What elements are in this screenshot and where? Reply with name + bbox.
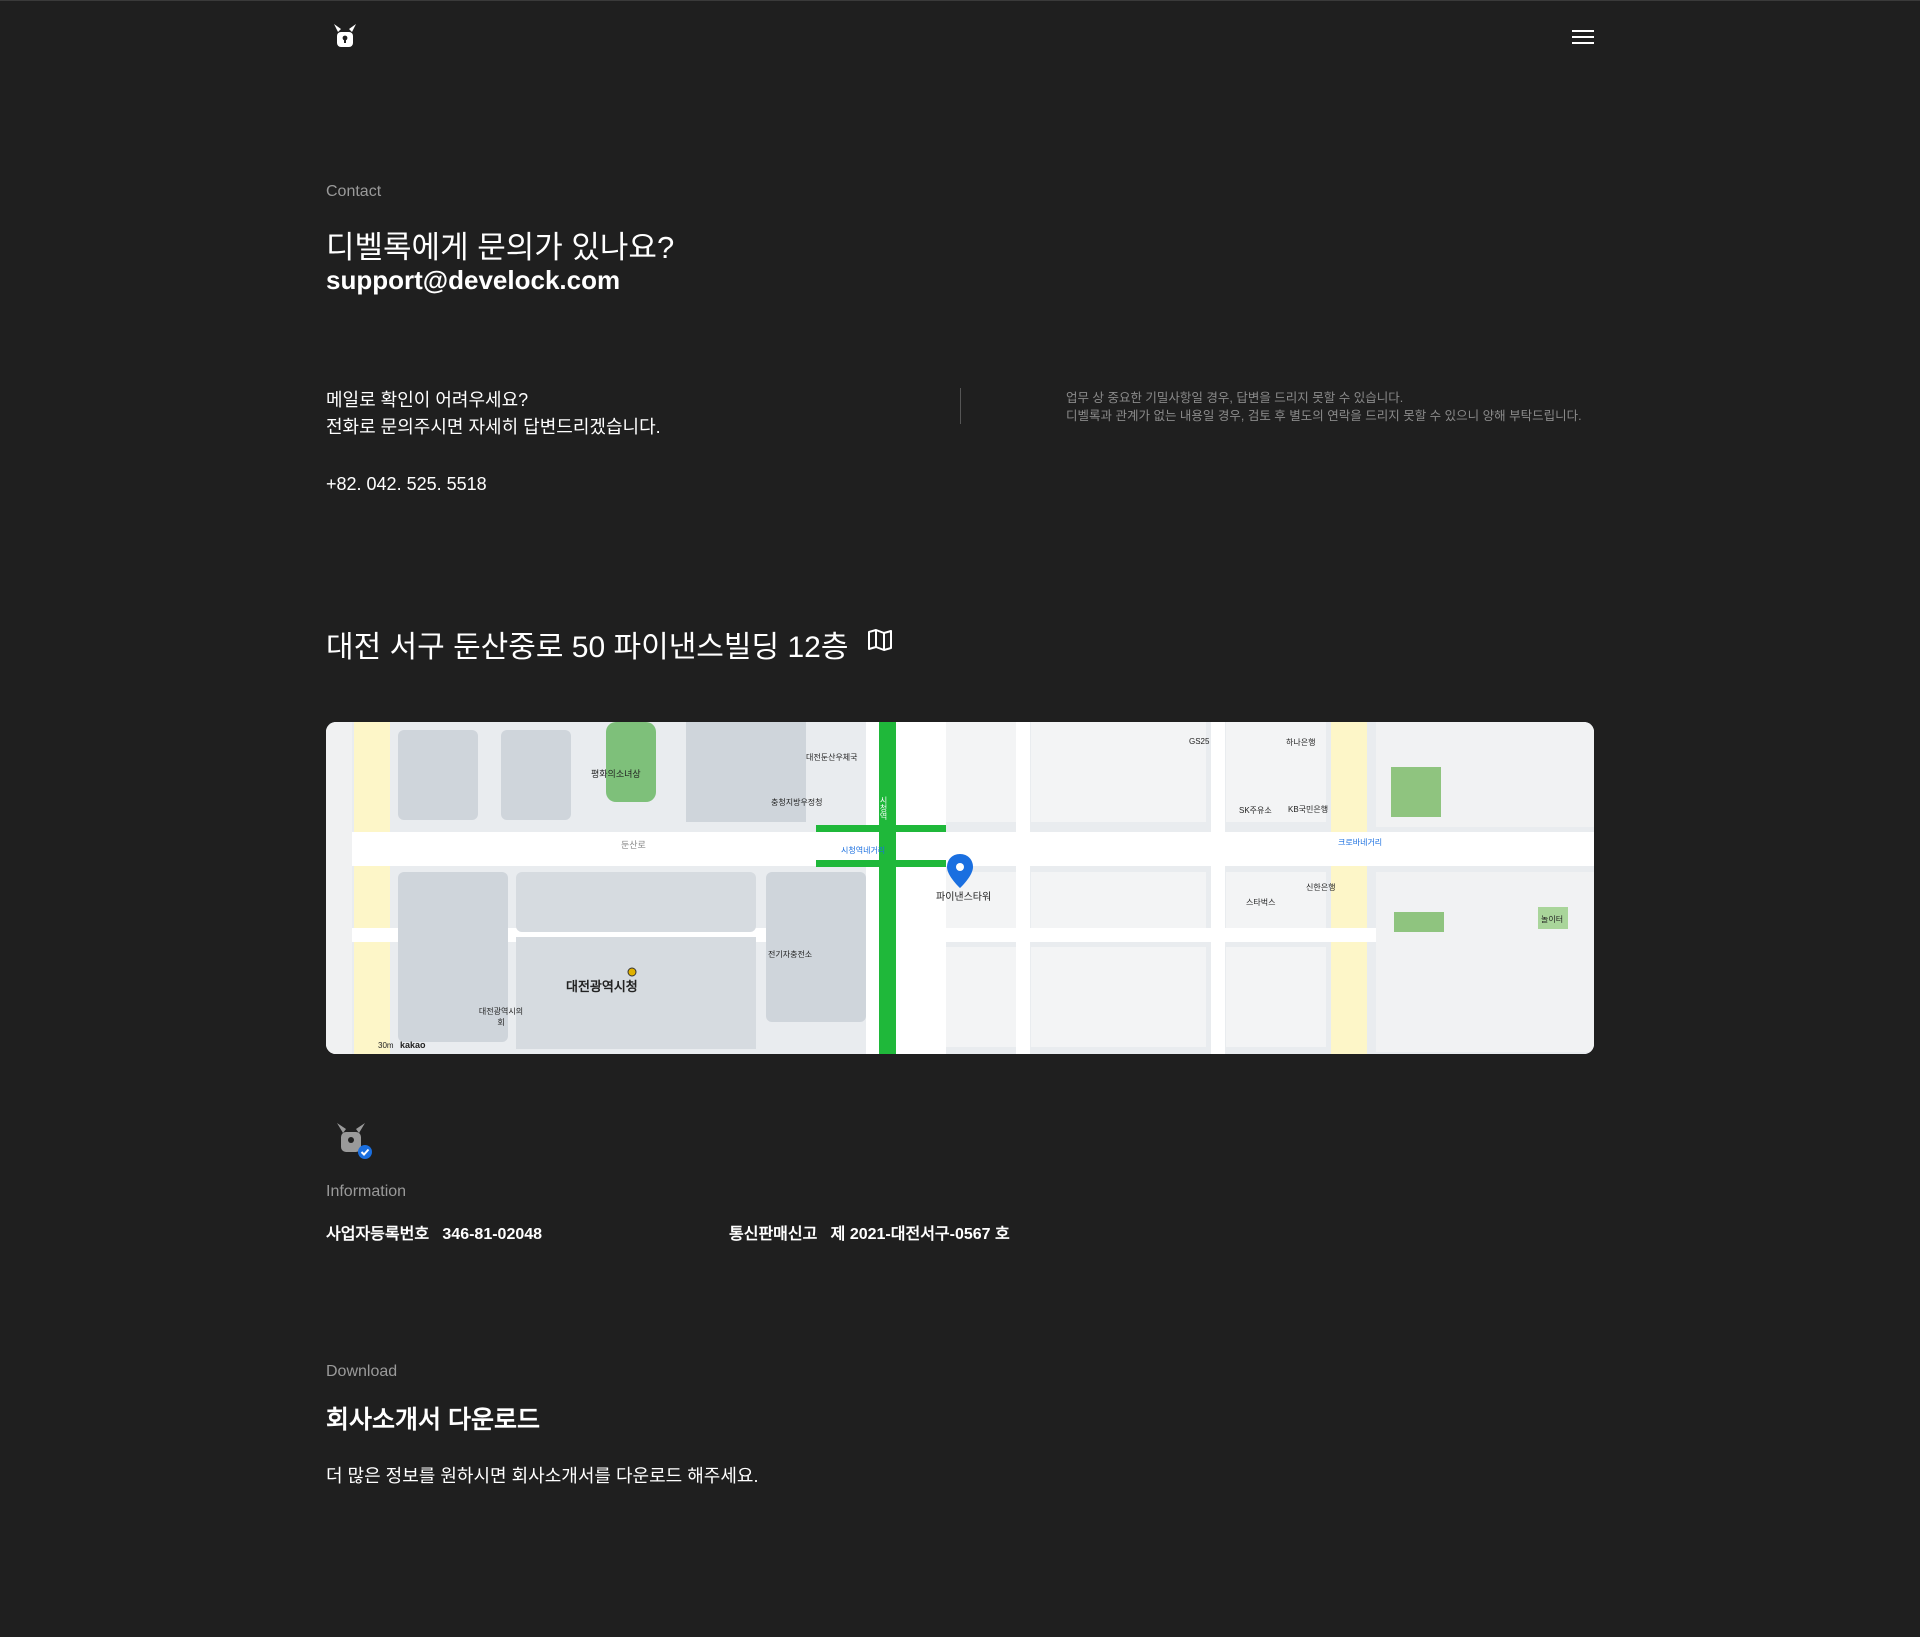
map-label-marker: 파이낸스타워 xyxy=(936,892,992,903)
sales-value: 제 2021-대전서구-0567 호 xyxy=(830,1226,1010,1243)
lock-mascot-icon[interactable] xyxy=(330,22,360,50)
map-label-shinhan: 신한은행 xyxy=(1306,883,1336,892)
sales-report: 통신판매신고 제 2021-대전서구-0567 호 xyxy=(729,1220,1010,1244)
map-label-starbucks: 스타벅스 xyxy=(1246,898,1276,907)
biz-label: 사업자등록번호 xyxy=(326,1226,430,1243)
download-label: Download xyxy=(326,1363,398,1380)
note-line1: 업무 상 중요한 기밀사항일 경우, 답변을 드리지 못할 수 있습니다. xyxy=(1066,391,1404,405)
information-label: Information xyxy=(326,1183,407,1200)
top-border xyxy=(0,0,1920,1)
map-label-hana: 하나은행 xyxy=(1286,738,1316,747)
map-label-peace: 평화의소녀상 xyxy=(591,769,641,779)
phone-prompt: 메일로 확인이 어려우세요? 전화로 문의주시면 자세히 답변드리겠습니다. xyxy=(326,387,926,441)
contact-title: 디벨록에게 문의가 있나요? xyxy=(326,230,675,265)
map-label-station: 시청역 xyxy=(879,796,888,820)
phone-number[interactable]: +82. 042. 525. 5518 xyxy=(326,471,1594,498)
divider xyxy=(960,388,961,424)
phone-prompt-line1: 메일로 확인이 어려우세요? xyxy=(326,390,529,410)
map-label-crossroad: 시청역네거리 xyxy=(841,846,886,855)
download-title[interactable]: 회사소개서 다운로드 xyxy=(326,1400,1594,1436)
map-label-council: 대전광역시의회 xyxy=(478,1007,524,1027)
map-scale: 30m xyxy=(378,1041,394,1050)
map-label-kb: KB국민은행 xyxy=(1288,805,1329,814)
sales-label: 통신판매신고 xyxy=(729,1226,818,1243)
kakao-logo[interactable]: kakao xyxy=(400,1040,426,1050)
biz-number: 사업자등록번호 346-81-02048 xyxy=(326,1220,542,1244)
phone-prompt-line2: 전화로 문의주시면 자세히 답변드리겠습니다. xyxy=(326,417,661,437)
note-line2: 디벨록과 관계가 없는 내용일 경우, 검토 후 별도의 연락을 드리지 못할 … xyxy=(1066,409,1582,423)
map-label-sk: SK주유소 xyxy=(1239,806,1272,815)
contact-note: 업무 상 중요한 기밀사항일 경우, 답변을 드리지 못할 수 있습니다. 디벨… xyxy=(1066,389,1582,425)
map-label-play: 놀이터 xyxy=(1541,915,1564,924)
map-label-city-hall: 대전광역시청 xyxy=(566,979,638,994)
map-icon[interactable] xyxy=(867,628,893,652)
map-label-post: 대전둔산우체국 xyxy=(806,753,858,762)
biz-value: 346-81-02048 xyxy=(442,1226,543,1243)
hamburger-menu-icon[interactable] xyxy=(1572,30,1594,46)
map-label-crossroad2: 크로바네거리 xyxy=(1338,838,1383,847)
contact-email[interactable]: support@develock.com xyxy=(326,265,1594,296)
verified-lock-badge-icon xyxy=(333,1120,373,1160)
contact-label: Contact xyxy=(326,183,382,200)
location-map[interactable]: 대전광역시청 파이낸스타워 둔산로 시청역네거리 시청역 평화의소녀상 대전둔산… xyxy=(326,722,1594,1054)
map-label-police: 충청지방우정청 xyxy=(771,798,823,807)
map-label-road: 둔산로 xyxy=(621,840,646,850)
download-desc: 더 많은 정보를 원하시면 회사소개서를 다운로드 해주세요. xyxy=(326,1466,759,1486)
map-label-gs: GS25 xyxy=(1189,737,1210,746)
map-label-energy: 전기자충전소 xyxy=(768,950,813,959)
address: 대전 서구 둔산중로 50 파이낸스빌딩 12층 xyxy=(326,631,849,664)
